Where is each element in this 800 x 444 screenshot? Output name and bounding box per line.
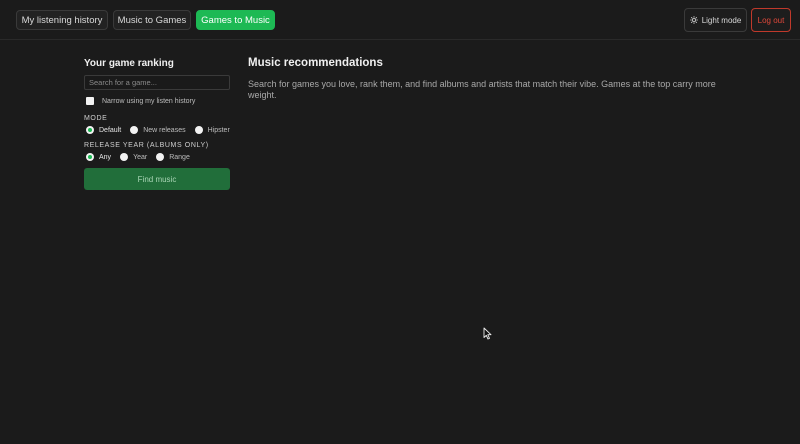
year-any-label: Any — [99, 153, 112, 161]
year-year-label: Year — [133, 153, 148, 161]
narrow-history-checkbox[interactable] — [86, 97, 94, 105]
mode-radio-group: Default New releases Hipster — [86, 126, 239, 134]
logout-button[interactable]: Log out — [751, 8, 791, 32]
game-search-input[interactable] — [84, 75, 230, 90]
year-range-radio[interactable] — [156, 153, 165, 161]
panel-title: Your game ranking — [84, 58, 174, 69]
year-option-range[interactable]: Range — [156, 153, 190, 161]
top-navigation-bar: My listening history Music to Games Game… — [0, 0, 800, 40]
mode-default-label: Default — [99, 126, 122, 134]
year-any-radio[interactable] — [86, 153, 94, 161]
recommendations-panel: Music recommendations Search for games y… — [248, 57, 718, 101]
release-year-radio-group: Any Year Range — [86, 153, 199, 161]
find-music-button[interactable]: Find music — [84, 168, 230, 190]
year-option-year[interactable]: Year — [120, 153, 147, 161]
mode-default-radio[interactable] — [86, 126, 94, 134]
year-year-radio[interactable] — [120, 153, 129, 161]
mode-new-releases-label: New releases — [143, 126, 186, 134]
mode-hipster-radio[interactable] — [194, 126, 203, 134]
light-mode-label: Light mode — [701, 15, 742, 25]
year-option-any[interactable]: Any — [86, 153, 111, 161]
release-year-section-label: RELEASE YEAR (ALBUMS ONLY) — [84, 142, 209, 149]
recommendations-title: Music recommendations — [248, 57, 383, 69]
mode-new-releases-radio[interactable] — [130, 126, 139, 134]
mode-section-label: MODE — [84, 115, 108, 122]
narrow-history-option[interactable]: Narrow using my listen history — [86, 97, 195, 105]
tab-games-to-music[interactable]: Games to Music — [196, 10, 275, 30]
mode-option-default[interactable]: Default — [86, 126, 121, 134]
tab-music-to-games[interactable]: Music to Games — [113, 10, 191, 30]
light-mode-button[interactable]: Light mode — [684, 8, 747, 32]
mode-option-hipster[interactable]: Hipster — [194, 126, 230, 134]
mouse-pointer-icon — [483, 327, 492, 340]
mode-option-new-releases[interactable]: New releases — [130, 126, 186, 134]
recommendations-description: Search for games you love, rank them, an… — [248, 79, 716, 100]
mode-hipster-label: Hipster — [207, 126, 230, 134]
year-range-label: Range — [169, 153, 190, 161]
tab-my-listening-history[interactable]: My listening history — [16, 10, 108, 30]
sun-icon — [689, 16, 698, 24]
narrow-history-label: Narrow using my listen history — [102, 97, 196, 105]
